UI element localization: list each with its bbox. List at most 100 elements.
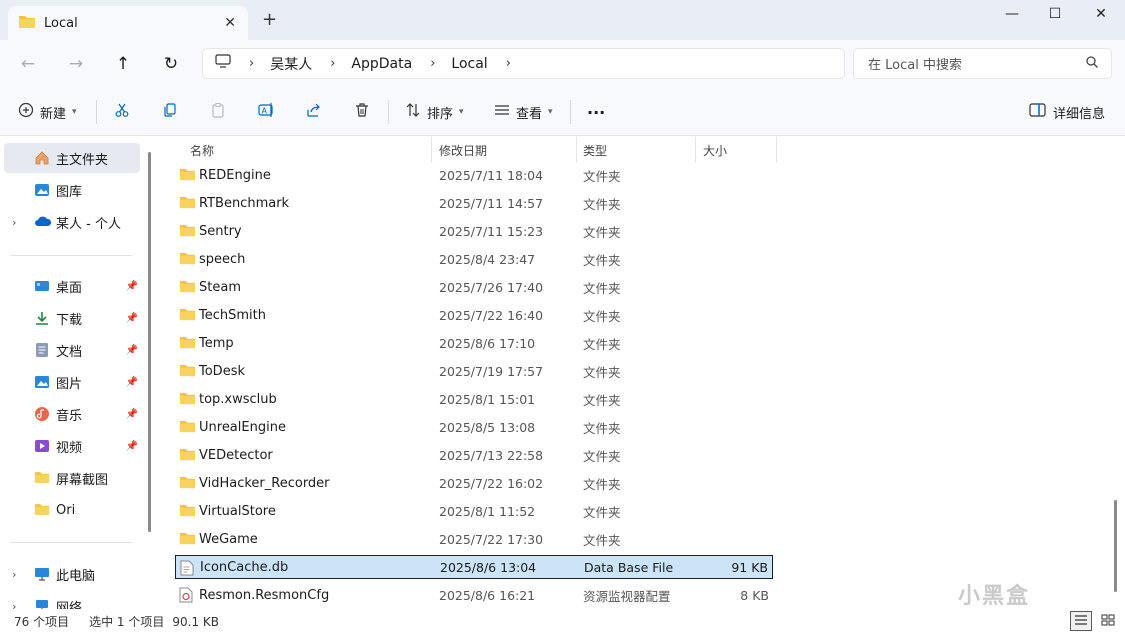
address-row: ← → ↑ ↻ › 吴某人 › AppData › Local › 在 Loca…: [0, 40, 1125, 88]
tiles-view-button[interactable]: [1097, 611, 1119, 631]
file-date: 2025/7/11 18:04: [439, 167, 544, 183]
column-header-size[interactable]: 大小: [703, 137, 727, 163]
address-bar[interactable]: › 吴某人 › AppData › Local ›: [202, 48, 845, 79]
share-button[interactable]: [306, 100, 322, 124]
file-name: REDEngine: [199, 167, 271, 183]
sidebar-item-onedrive[interactable]: › 某人 - 个人: [4, 207, 140, 237]
status-bar: 76 个项目 选中 1 个项目 90.1 KB: [0, 609, 1125, 634]
refresh-icon[interactable]: ↻: [159, 52, 183, 76]
file-row[interactable]: VEDetector 2025/7/13 22:58 文件夹: [175, 443, 773, 467]
sidebar-item-pictures[interactable]: 图片 📌: [4, 367, 140, 397]
column-divider[interactable]: [776, 137, 777, 163]
breadcrumb-appdata[interactable]: AppData: [351, 56, 412, 72]
sidebar-item-documents[interactable]: 文档 📌: [4, 335, 140, 365]
column-header-date[interactable]: 修改日期: [439, 137, 487, 163]
scissors-icon: [114, 102, 130, 122]
breadcrumb-user[interactable]: 吴某人: [270, 54, 312, 74]
file-list-scrollbar[interactable]: [1114, 500, 1117, 592]
file-row[interactable]: TechSmith 2025/7/22 16:40 文件夹: [175, 303, 773, 327]
chevron-right-icon[interactable]: ›: [506, 56, 511, 71]
file-row[interactable]: RTBenchmark 2025/7/11 14:57 文件夹: [175, 191, 773, 215]
details-view-button[interactable]: [1070, 611, 1092, 631]
folder-icon: [179, 195, 196, 213]
sidebar-item-screenshots[interactable]: 屏幕截图: [4, 463, 140, 493]
new-tab-button[interactable]: +: [262, 11, 277, 29]
pin-icon[interactable]: 📌: [126, 441, 138, 452]
chevron-right-icon[interactable]: ›: [430, 56, 435, 71]
file-row[interactable]: UnrealEngine 2025/8/5 13:08 文件夹: [175, 415, 773, 439]
file-date: 2025/7/19 17:57: [439, 363, 544, 379]
copy-button[interactable]: [162, 100, 178, 124]
sidebar-item-music[interactable]: 音乐 📌: [4, 399, 140, 429]
pin-icon[interactable]: 📌: [126, 281, 138, 292]
minimize-button[interactable]: —: [997, 6, 1027, 26]
sidebar-item-label: 某人 - 个人: [56, 216, 121, 232]
chevron-right-icon[interactable]: ›: [12, 568, 16, 581]
maximize-button[interactable]: ☐: [1040, 6, 1070, 26]
close-tab-button[interactable]: ✕: [224, 15, 236, 31]
sidebar-item-downloads[interactable]: 下载 📌: [4, 303, 140, 333]
file-row[interactable]: top.xwsclub 2025/8/1 15:01 文件夹: [175, 387, 773, 411]
pin-icon[interactable]: 📌: [126, 377, 138, 388]
sidebar-item-home[interactable]: 主文件夹: [4, 143, 140, 173]
file-row[interactable]: VidHacker_Recorder 2025/7/22 16:02 文件夹: [175, 471, 773, 495]
back-arrow-icon[interactable]: ←: [16, 52, 40, 76]
pin-icon[interactable]: 📌: [126, 345, 138, 356]
up-arrow-icon[interactable]: ↑: [111, 52, 135, 76]
column-divider[interactable]: [576, 137, 577, 163]
file-row[interactable]: Temp 2025/8/6 17:10 文件夹: [175, 331, 773, 355]
file-row[interactable]: WeGame 2025/7/22 17:30 文件夹: [175, 527, 773, 551]
sidebar-item-label: 此电脑: [56, 568, 96, 584]
folder-icon: [34, 470, 50, 486]
details-pane-button[interactable]: 详细信息: [1029, 100, 1105, 124]
pin-icon[interactable]: 📌: [126, 409, 138, 420]
view-list-icon: [494, 102, 510, 122]
file-row[interactable]: REDEngine 2025/7/11 18:04 文件夹: [175, 163, 773, 187]
breadcrumb-local[interactable]: Local: [451, 56, 487, 72]
sidebar-item-videos[interactable]: 视频 📌: [4, 431, 140, 461]
cut-button[interactable]: [114, 100, 130, 124]
view-button[interactable]: 查看 ▾: [494, 100, 553, 124]
file-row[interactable]: Sentry 2025/7/11 15:23 文件夹: [175, 219, 773, 243]
close-window-button[interactable]: ✕: [1086, 6, 1116, 26]
search-input[interactable]: 在 Local 中搜索: [853, 48, 1112, 79]
sort-button[interactable]: 排序 ▾: [405, 100, 464, 124]
rename-button[interactable]: A: [258, 100, 275, 124]
chevron-right-icon[interactable]: ›: [12, 600, 16, 610]
watermark-logo: 小黑盒: [958, 584, 1031, 609]
config-file-icon: [179, 587, 193, 607]
file-row[interactable]: Resmon.ResmonCfg 2025/8/6 16:21 资源监视器配置 8 K…: [175, 583, 773, 607]
sidebar-item-ori[interactable]: Ori: [4, 495, 140, 525]
chevron-right-icon[interactable]: ›: [330, 56, 335, 71]
more-options-button[interactable]: ···: [587, 100, 605, 124]
chevron-right-icon[interactable]: ›: [249, 56, 254, 71]
paste-button[interactable]: [210, 100, 226, 124]
sidebar-item-gallery[interactable]: 图库: [4, 175, 140, 205]
sidebar-scrollbar[interactable]: [148, 152, 151, 532]
column-divider[interactable]: [431, 137, 432, 163]
file-date: 2025/8/6 13:04: [440, 559, 537, 575]
sidebar-item-thispc[interactable]: › 此电脑: [4, 559, 140, 589]
pin-icon[interactable]: 📌: [126, 313, 138, 324]
sidebar-item-network[interactable]: › 网络: [4, 591, 140, 609]
column-header-type[interactable]: 类型: [583, 137, 607, 163]
file-name: TechSmith: [199, 307, 266, 323]
file-row[interactable]: ToDesk 2025/7/19 17:57 文件夹: [175, 359, 773, 383]
column-divider[interactable]: [695, 137, 696, 163]
chevron-right-icon[interactable]: ›: [12, 216, 16, 229]
column-header-name[interactable]: 名称: [190, 137, 214, 163]
file-row[interactable]: speech 2025/8/4 23:47 文件夹: [175, 247, 773, 271]
folder-icon: [179, 419, 196, 437]
file-row[interactable]: VirtualStore 2025/8/1 11:52 文件夹: [175, 499, 773, 523]
forward-arrow-icon[interactable]: →: [64, 52, 88, 76]
file-row[interactable]: IconCache.db 2025/8/6 13:04 Data Base File…: [175, 555, 773, 579]
toolbar-divider: [96, 100, 97, 124]
delete-button[interactable]: [354, 100, 370, 124]
tab-local[interactable]: Local ✕: [8, 6, 248, 40]
sidebar-item-desktop[interactable]: 桌面 📌: [4, 271, 140, 301]
sidebar-divider: [10, 255, 132, 256]
home-icon: [34, 150, 50, 166]
sidebar-item-label: 音乐: [56, 408, 83, 424]
file-row[interactable]: Steam 2025/7/26 17:40 文件夹: [175, 275, 773, 299]
new-button[interactable]: 新建 ▾: [18, 100, 77, 124]
